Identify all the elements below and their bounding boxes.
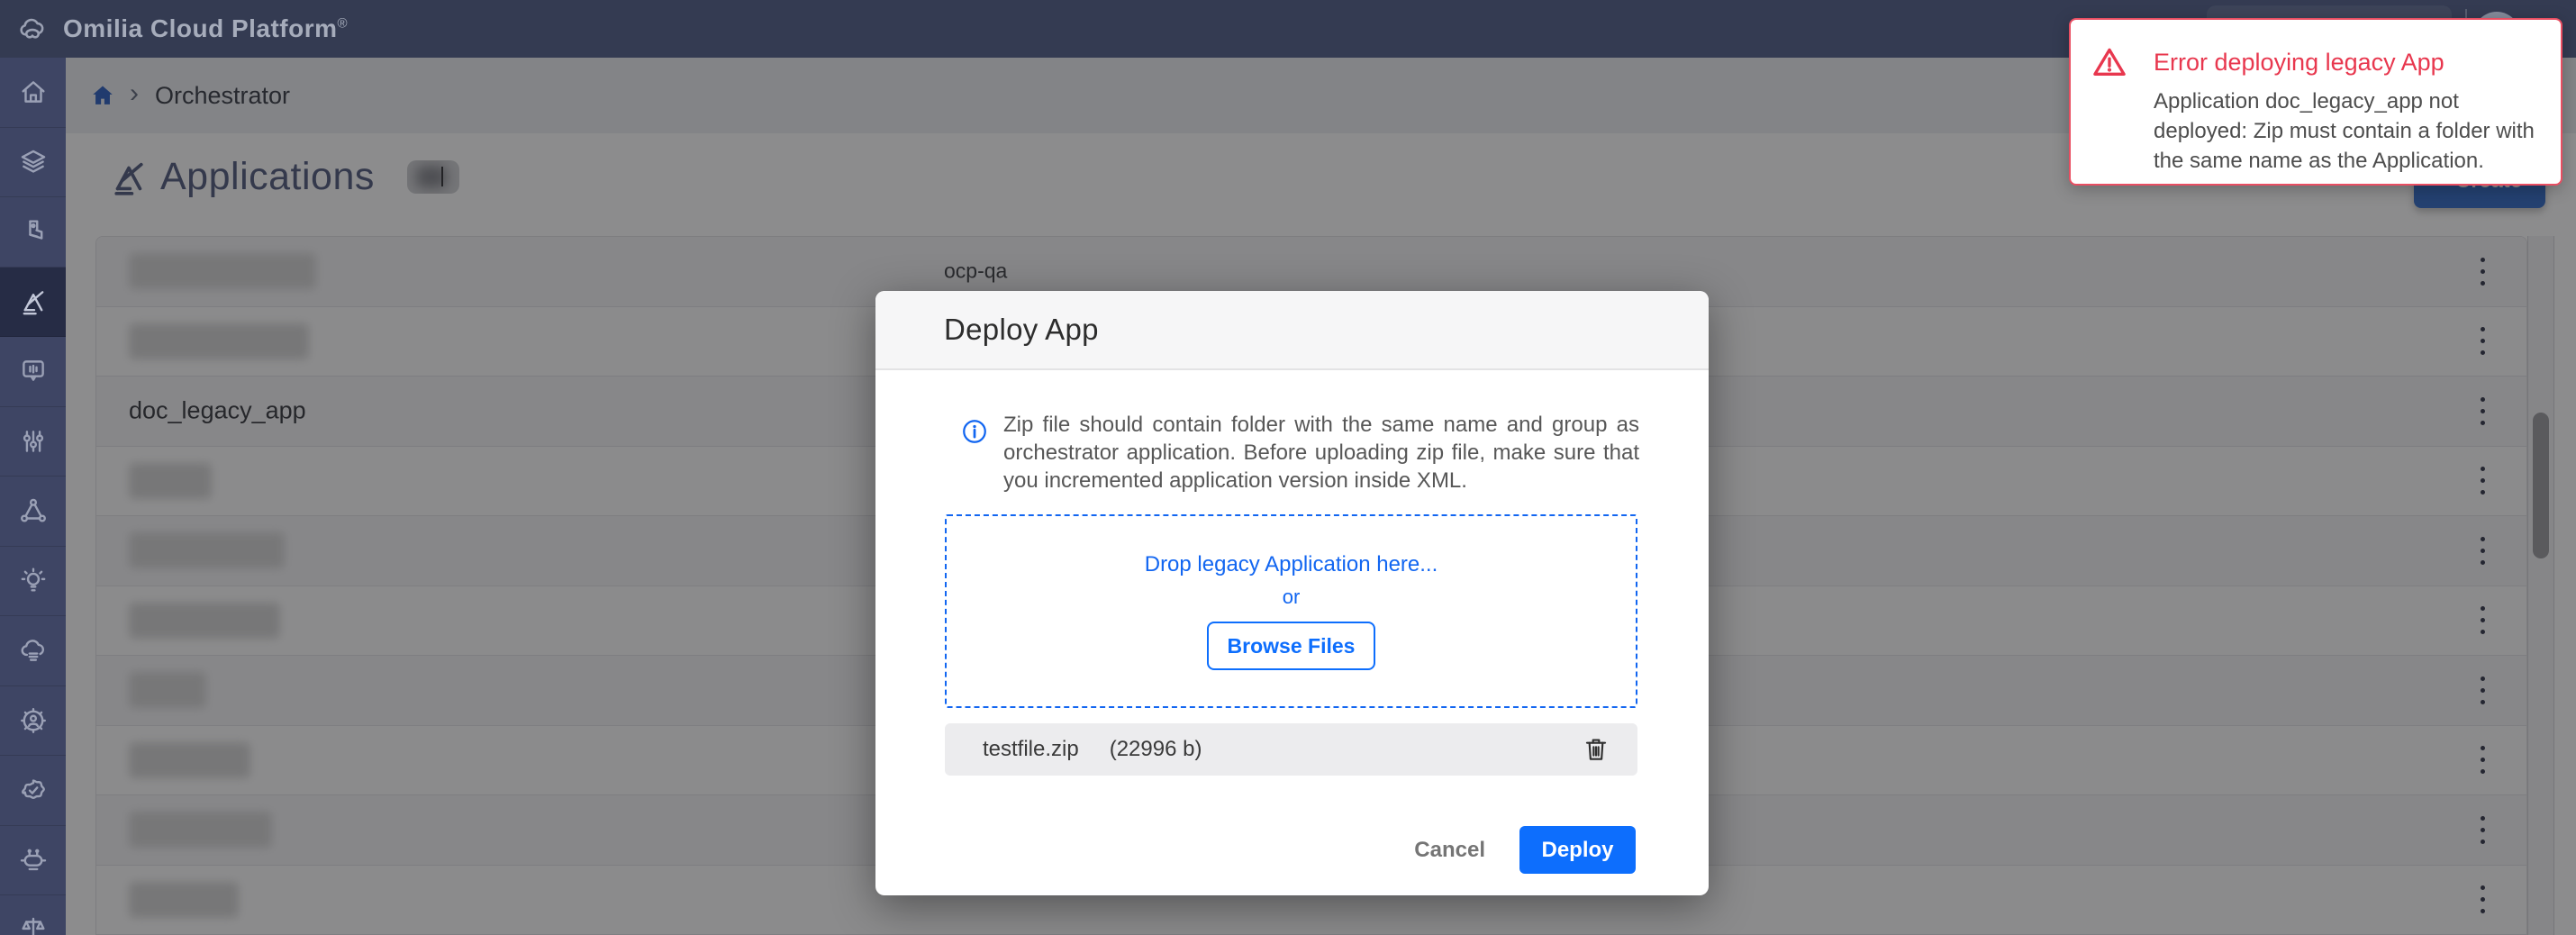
deploy-app-modal: Deploy App Zip file should contain folde… (875, 291, 1709, 895)
scales-icon (18, 914, 49, 935)
registered-mark: ® (338, 16, 349, 32)
modal-header: Deploy App (875, 291, 1709, 370)
cloud-icon (18, 635, 49, 666)
badge-check-icon (18, 775, 49, 805)
file-dropzone[interactable]: Drop legacy Application here... or Brows… (945, 514, 1637, 708)
sidebar-item-scales[interactable] (0, 895, 66, 935)
applications-icon (18, 286, 49, 317)
sidebar-item-network[interactable] (0, 477, 66, 547)
blocks-icon (18, 216, 49, 247)
uploaded-file-name: testfile.zip (983, 737, 1079, 762)
cancel-button[interactable]: Cancel (1414, 838, 1485, 863)
layers-icon (18, 147, 49, 177)
home-icon (18, 77, 49, 107)
delete-file-icon[interactable] (1582, 735, 1610, 764)
cloud-logo-icon (14, 14, 50, 44)
deploy-button[interactable]: Deploy (1519, 826, 1636, 874)
sidebar-item-bot[interactable] (0, 826, 66, 896)
modal-title: Deploy App (944, 313, 1099, 347)
sidebar-item-cloud[interactable] (0, 616, 66, 686)
sidebar-item-insights[interactable] (0, 547, 66, 617)
insights-icon (18, 566, 49, 596)
sidebar-item-badge-check[interactable] (0, 756, 66, 826)
dropzone-or-label: or (1283, 586, 1301, 609)
network-icon (18, 495, 49, 526)
admin-icon (18, 705, 49, 736)
sidebar-item-applications[interactable] (0, 268, 66, 338)
toast-title: Error deploying legacy App (2154, 49, 2444, 77)
bot-icon (18, 845, 49, 876)
dialogs-icon (18, 356, 49, 386)
sidebar-item-admin[interactable] (0, 686, 66, 757)
sidebar-item-sliders[interactable] (0, 407, 66, 477)
uploaded-file-size: (22996 b) (1110, 737, 1202, 762)
browse-files-button[interactable]: Browse Files (1207, 622, 1375, 670)
uploaded-file-row: testfile.zip (22996 b) (945, 723, 1637, 776)
logo: Omilia Cloud Platform® (14, 0, 348, 58)
sidebar-item-home[interactable] (0, 58, 66, 128)
sidebar-nav (0, 58, 66, 935)
warning-icon (2091, 43, 2128, 81)
modal-footer: Cancel Deploy (1414, 826, 1636, 874)
dropzone-text: Drop legacy Application here... (1145, 552, 1438, 577)
sidebar-item-dialogs[interactable] (0, 337, 66, 407)
modal-info-text: Zip file should contain folder with the … (1003, 411, 1639, 495)
error-toast[interactable]: Error deploying legacy App Application d… (2069, 18, 2562, 186)
info-icon (961, 418, 988, 445)
sliders-icon (18, 426, 49, 457)
app-title: Omilia Cloud Platform® (63, 14, 348, 43)
sidebar-item-layers[interactable] (0, 128, 66, 198)
toast-message: Application doc_legacy_app not deployed:… (2154, 86, 2550, 176)
sidebar-item-blocks[interactable] (0, 197, 66, 268)
